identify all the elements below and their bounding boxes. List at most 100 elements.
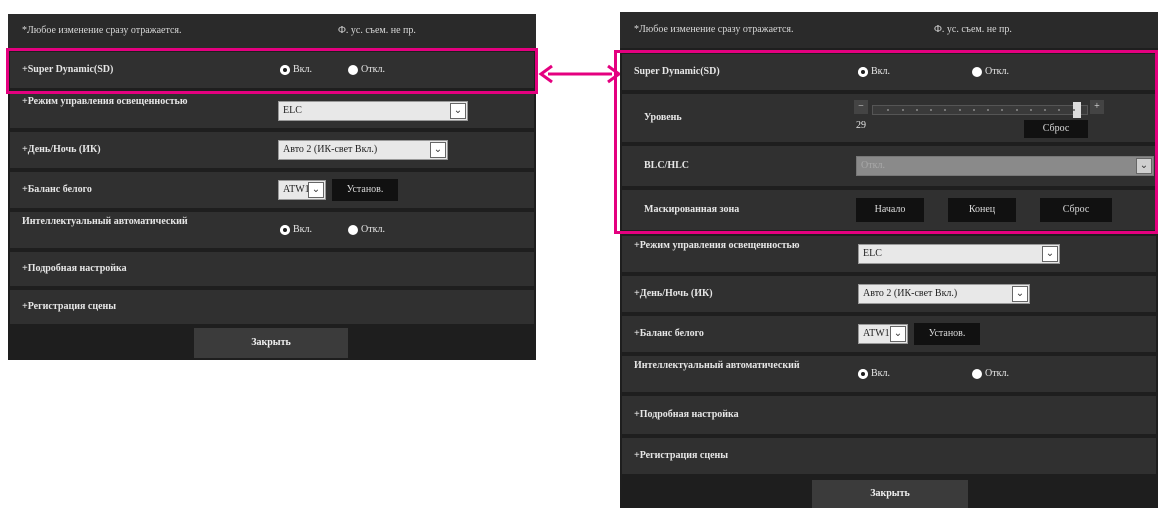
level-minus-button[interactable]: − bbox=[854, 100, 868, 114]
info-bar: *Любое изменение сразу отражается. Ф. ус… bbox=[8, 14, 536, 48]
close-button[interactable]: Закрыть bbox=[194, 328, 348, 358]
row-day-night: +День/Ночь (ИК) Авто 2 (ИК-свет Вкл.) ⌄ bbox=[622, 276, 1156, 312]
radio-selected-icon bbox=[280, 224, 290, 235]
mask-start-button[interactable]: Начало bbox=[856, 198, 924, 222]
row-super-dynamic: Super Dynamic(SD) Вкл. Откл. bbox=[622, 54, 1156, 90]
chevron-down-icon: ⌄ bbox=[1136, 158, 1152, 174]
brightness-mode-select[interactable]: ELC ⌄ bbox=[858, 244, 1060, 264]
row-mask-area: Маскированная зона Начало Конец Сброс bbox=[622, 190, 1156, 230]
super-dynamic-label: Super Dynamic(SD) bbox=[634, 66, 720, 77]
level-value: 29 bbox=[856, 120, 866, 131]
level-label: Уровень bbox=[644, 112, 682, 123]
white-balance-label: +Баланс белого bbox=[634, 328, 704, 339]
super-dynamic-off-radio[interactable]: Откл. bbox=[348, 64, 385, 75]
row-white-balance: +Баланс белого ATW1 ⌄ Установ. bbox=[10, 172, 534, 208]
super-dynamic-off-radio[interactable]: Откл. bbox=[972, 66, 1009, 77]
slider-tick bbox=[987, 109, 989, 111]
slider-tick bbox=[916, 109, 918, 111]
white-balance-label: +Баланс белого bbox=[22, 184, 92, 195]
radio-unselected-icon bbox=[972, 66, 982, 77]
slider-tick bbox=[1058, 109, 1060, 111]
intelligent-auto-off-radio[interactable]: Откл. bbox=[348, 224, 385, 235]
chevron-down-icon: ⌄ bbox=[1012, 286, 1028, 302]
close-button[interactable]: Закрыть bbox=[812, 480, 968, 508]
day-night-select[interactable]: Авто 2 (ИК-свет Вкл.) ⌄ bbox=[858, 284, 1030, 304]
radio-label: Вкл. bbox=[293, 64, 313, 75]
select-value: ATW1 bbox=[863, 328, 890, 339]
super-dynamic-on-radio[interactable]: Вкл. bbox=[858, 66, 890, 77]
settings-panel-expanded: *Любое изменение сразу отражается. Ф. ус… bbox=[620, 12, 1158, 508]
slider-tick bbox=[959, 109, 961, 111]
level-slider-track[interactable] bbox=[872, 102, 1088, 118]
legend-note: Ф. ус. съем. не пр. bbox=[934, 24, 1012, 35]
slider-tick bbox=[944, 109, 946, 111]
blc-hlc-label: BLC/HLC bbox=[644, 160, 690, 171]
chevron-down-icon: ⌄ bbox=[430, 142, 446, 158]
row-blc-hlc: BLC/HLC Откл. ⌄ bbox=[622, 146, 1156, 186]
row-scene-registration[interactable]: +Регистрация сцены bbox=[622, 438, 1156, 474]
super-dynamic-on-radio[interactable]: Вкл. bbox=[280, 64, 312, 75]
mask-end-button[interactable]: Конец bbox=[948, 198, 1016, 222]
slider-tick bbox=[1044, 109, 1046, 111]
blc-hlc-select[interactable]: Откл. ⌄ bbox=[856, 156, 1154, 176]
intelligent-auto-on-radio[interactable]: Вкл. bbox=[280, 224, 312, 235]
info-bar: *Любое изменение сразу отражается. Ф. ус… bbox=[620, 12, 1158, 48]
slider-tick bbox=[930, 109, 932, 111]
radio-label: Откл. bbox=[361, 224, 385, 235]
row-super-dynamic: +Super Dynamic(SD) Вкл. Откл. bbox=[10, 52, 534, 88]
scene-registration-link[interactable]: +Регистрация сцены bbox=[22, 301, 116, 313]
level-plus-button[interactable]: + bbox=[1090, 100, 1104, 114]
slider-tick bbox=[1030, 109, 1032, 111]
white-balance-set-button[interactable]: Установ. bbox=[914, 323, 980, 345]
scene-registration-link[interactable]: +Регистрация сцены bbox=[634, 450, 728, 462]
radio-label: Вкл. bbox=[871, 368, 891, 379]
white-balance-select[interactable]: ATW1 ⌄ bbox=[858, 324, 908, 344]
row-scene-registration[interactable]: +Регистрация сцены bbox=[10, 290, 534, 324]
day-night-label: +День/Ночь (ИК) bbox=[634, 288, 713, 299]
row-intelligent-auto: Интеллектуальный автоматический Вкл. Отк… bbox=[10, 212, 534, 248]
select-value: Авто 2 (ИК-свет Вкл.) bbox=[863, 288, 958, 299]
radio-unselected-icon bbox=[348, 64, 358, 75]
change-note: *Любое изменение сразу отражается. bbox=[22, 25, 182, 36]
slider-tick bbox=[902, 109, 904, 111]
row-intelligent-auto: Интеллектуальный автоматический Вкл. Отк… bbox=[622, 356, 1156, 392]
brightness-mode-label: +Режим управления освещенностью bbox=[634, 240, 800, 251]
level-reset-button[interactable]: Сброс bbox=[1024, 120, 1088, 138]
slider-tick bbox=[973, 109, 975, 111]
mask-area-label: Маскированная зона bbox=[644, 204, 740, 215]
detail-settings-link[interactable]: +Подробная настройка bbox=[634, 409, 739, 421]
select-value: ELC bbox=[283, 105, 302, 116]
intelligent-auto-on-radio[interactable]: Вкл. bbox=[858, 368, 890, 379]
intelligent-auto-off-radio[interactable]: Откл. bbox=[972, 368, 1009, 379]
row-brightness-mode: +Режим управления освещенностью ELC ⌄ bbox=[10, 92, 534, 128]
row-detail-settings[interactable]: +Подробная настройка bbox=[10, 252, 534, 286]
radio-label: Вкл. bbox=[871, 66, 891, 77]
intelligent-auto-label: Интеллектуальный автоматический bbox=[634, 360, 800, 371]
radio-label: Вкл. bbox=[293, 224, 313, 235]
white-balance-set-button[interactable]: Установ. bbox=[332, 179, 398, 201]
day-night-label: +День/Ночь (ИК) bbox=[22, 144, 101, 155]
detail-settings-link[interactable]: +Подробная настройка bbox=[22, 263, 127, 275]
chevron-down-icon: ⌄ bbox=[308, 182, 324, 198]
settings-panel-collapsed: *Любое изменение сразу отражается. Ф. ус… bbox=[8, 14, 536, 360]
select-value: Откл. bbox=[861, 160, 885, 171]
select-value: Авто 2 (ИК-свет Вкл.) bbox=[283, 144, 378, 155]
row-white-balance: +Баланс белого ATW1 ⌄ Установ. bbox=[622, 316, 1156, 352]
brightness-mode-label: +Режим управления освещенностью bbox=[22, 96, 188, 107]
select-value: ATW1 bbox=[283, 184, 310, 195]
chevron-down-icon: ⌄ bbox=[450, 103, 466, 119]
slider-tick bbox=[1016, 109, 1018, 111]
mask-reset-button[interactable]: Сброс bbox=[1040, 198, 1112, 222]
row-level: Уровень − + 29 Сброс bbox=[622, 94, 1156, 142]
day-night-select[interactable]: Авто 2 (ИК-свет Вкл.) ⌄ bbox=[278, 140, 448, 160]
white-balance-select[interactable]: ATW1 ⌄ bbox=[278, 180, 326, 200]
slider-tick bbox=[1073, 109, 1075, 111]
radio-label: Откл. bbox=[361, 64, 385, 75]
chevron-down-icon: ⌄ bbox=[1042, 246, 1058, 262]
select-value: ELC bbox=[863, 248, 882, 259]
row-detail-settings[interactable]: +Подробная настройка bbox=[622, 396, 1156, 434]
radio-unselected-icon bbox=[972, 368, 982, 379]
brightness-mode-select[interactable]: ELC ⌄ bbox=[278, 101, 468, 121]
radio-selected-icon bbox=[858, 368, 868, 379]
change-note: *Любое изменение сразу отражается. bbox=[634, 24, 794, 35]
